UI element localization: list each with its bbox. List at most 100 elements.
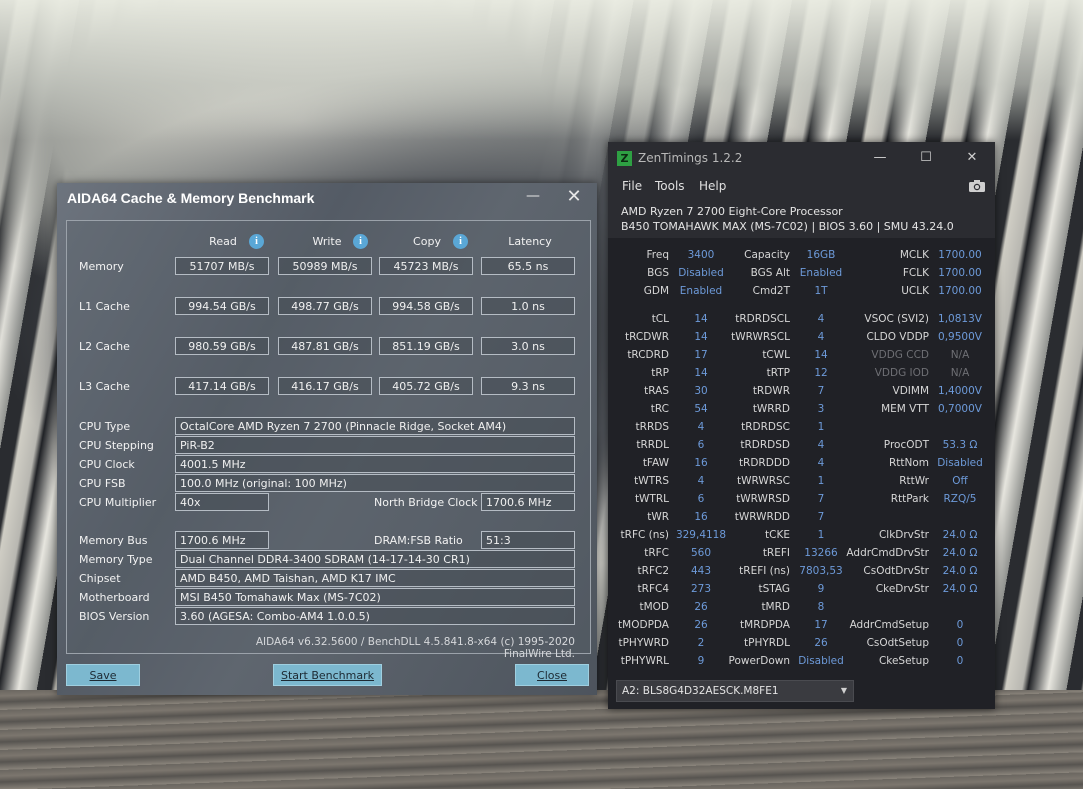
header-latency: Latency bbox=[508, 235, 552, 248]
north-bridge-label: North Bridge Clock bbox=[374, 496, 478, 509]
value-copy: 851.19 GB/s bbox=[379, 337, 473, 355]
desktop-wallpaper-top bbox=[0, 0, 1083, 140]
timing-label: Capacity bbox=[744, 249, 790, 261]
timing-value: 0 bbox=[956, 619, 964, 631]
copyright-footer: AIDA64 v6.32.5600 / BenchDLL 4.5.841.8-x… bbox=[255, 636, 575, 660]
timing-label: tCL bbox=[651, 313, 669, 325]
app-logo-icon: Z bbox=[617, 151, 632, 166]
window-title: ZenTimings 1.2.2 bbox=[638, 151, 743, 165]
timing-value: 24.0 Ω bbox=[942, 529, 978, 541]
timing-label: RttWr bbox=[899, 475, 929, 487]
timing-label: tPHYWRD bbox=[618, 637, 669, 649]
menu-file[interactable]: File bbox=[622, 179, 642, 193]
timing-label: tMOD bbox=[639, 601, 669, 613]
aida64-titlebar[interactable]: AIDA64 Cache & Memory Benchmark — ✕ bbox=[57, 183, 597, 215]
timing-label: tWRRD bbox=[752, 403, 790, 415]
timing-label: VSOC (SVI2) bbox=[864, 313, 929, 325]
timing-label: tRFC bbox=[644, 547, 669, 559]
timing-label: GDM bbox=[643, 285, 669, 297]
timing-value: 8 bbox=[817, 601, 825, 613]
row-label: L1 Cache bbox=[79, 300, 130, 313]
value-write: 498.77 GB/s bbox=[278, 297, 372, 315]
timing-label: UCLK bbox=[901, 285, 929, 297]
cpu-stepping-label: CPU Stepping bbox=[79, 439, 154, 452]
dram-fsb-ratio-label: DRAM:FSB Ratio bbox=[374, 534, 463, 547]
motherboard-label: Motherboard bbox=[79, 591, 150, 604]
timing-label: CkeSetup bbox=[878, 655, 929, 667]
start-benchmark-button[interactable]: Start Benchmark bbox=[273, 664, 382, 686]
timing-label: RttPark bbox=[890, 493, 929, 505]
timing-label: PowerDown bbox=[728, 655, 791, 667]
value-write: 50989 MB/s bbox=[278, 257, 372, 275]
timing-label: BGS bbox=[647, 267, 669, 279]
timing-label: tRCDWR bbox=[625, 331, 669, 343]
save-button[interactable]: Save bbox=[66, 664, 140, 686]
cpu-clock-label: CPU Clock bbox=[79, 458, 135, 471]
menu-help[interactable]: Help bbox=[699, 179, 726, 193]
timing-label: tRCDRD bbox=[627, 349, 669, 361]
timing-value: Off bbox=[952, 475, 968, 487]
timing-label: FCLK bbox=[902, 267, 929, 279]
close-button[interactable]: Close bbox=[515, 664, 589, 686]
minimize-icon[interactable]: — bbox=[521, 185, 545, 209]
info-icon[interactable]: i bbox=[249, 234, 264, 249]
timing-value: 24.0 Ω bbox=[942, 565, 978, 577]
row-label: L2 Cache bbox=[79, 340, 130, 353]
memory-type-label: Memory Type bbox=[79, 553, 153, 566]
value-copy: 405.72 GB/s bbox=[379, 377, 473, 395]
timing-label: tSTAG bbox=[758, 583, 790, 595]
timing-label: tRRDS bbox=[635, 421, 669, 433]
timing-label: MEM VTT bbox=[881, 403, 929, 415]
aida64-window: AIDA64 Cache & Memory Benchmark — ✕ Read… bbox=[57, 183, 597, 695]
info-icon[interactable]: i bbox=[353, 234, 368, 249]
timing-label: tRAS bbox=[644, 385, 669, 397]
timing-label: tWTRL bbox=[634, 493, 669, 505]
timing-value: 1700.00 bbox=[938, 249, 982, 261]
timing-label: tRDRDSD bbox=[740, 439, 790, 451]
chevron-down-icon: ▼ bbox=[840, 686, 847, 695]
timing-label: tWR bbox=[647, 511, 669, 523]
timing-label: VDDG CCD bbox=[871, 349, 929, 361]
cpu-type-label: CPU Type bbox=[79, 420, 131, 433]
maximize-icon[interactable]: ☐ bbox=[911, 148, 941, 168]
timing-label: tRDWR bbox=[752, 385, 790, 397]
close-icon[interactable]: ✕ bbox=[957, 148, 987, 168]
camera-icon[interactable] bbox=[968, 178, 986, 192]
value-read: 417.14 GB/s bbox=[175, 377, 269, 395]
value-copy: 994.58 GB/s bbox=[379, 297, 473, 315]
timing-label: tFAW bbox=[642, 457, 669, 469]
timing-label: tRDRDSC bbox=[741, 421, 790, 433]
memory-module-select[interactable]: A2: BLS8G4D32AESCK.M8FE1 ▼ bbox=[616, 680, 854, 702]
timing-label: tRRDL bbox=[636, 439, 669, 451]
timing-value: RZQ/5 bbox=[943, 493, 977, 505]
value-write: 487.81 GB/s bbox=[278, 337, 372, 355]
timing-label: CkeDrvStr bbox=[875, 583, 929, 595]
timing-label: tREFI (ns) bbox=[739, 565, 790, 577]
menu-tools[interactable]: Tools bbox=[655, 179, 685, 193]
timing-label: ClkDrvStr bbox=[878, 529, 929, 541]
value-read: 980.59 GB/s bbox=[175, 337, 269, 355]
info-icon[interactable]: i bbox=[453, 234, 468, 249]
timing-value: 24.0 Ω bbox=[942, 547, 978, 559]
timing-label: RttNom bbox=[888, 457, 929, 469]
chipset-value: AMD B450, AMD Taishan, AMD K17 IMC bbox=[175, 569, 575, 587]
timing-value: N/A bbox=[950, 349, 970, 361]
timing-label: CsOdtSetup bbox=[866, 637, 929, 649]
zentimings-titlebar[interactable]: Z ZenTimings 1.2.2 — ☐ ✕ bbox=[608, 142, 995, 174]
memory-type-value: Dual Channel DDR4-3400 SDRAM (14-17-14-3… bbox=[175, 550, 575, 568]
motherboard-value: MSI B450 Tomahawk Max (MS-7C02) bbox=[175, 588, 575, 606]
timing-label: tRDRDSCL bbox=[735, 313, 790, 325]
zentimings-window: Z ZenTimings 1.2.2 — ☐ ✕ File Tools Help… bbox=[608, 142, 995, 709]
timing-value: 1,4000V bbox=[938, 385, 982, 397]
timing-label: ProcODT bbox=[883, 439, 929, 451]
bios-version-label: BIOS Version bbox=[79, 610, 150, 623]
minimize-icon[interactable]: — bbox=[865, 148, 895, 168]
timing-label: AddrCmdDrvStr bbox=[846, 547, 929, 559]
value-copy: 45723 MB/s bbox=[379, 257, 473, 275]
timing-label: MCLK bbox=[899, 249, 929, 261]
close-icon[interactable]: ✕ bbox=[561, 185, 587, 211]
timing-label: tWRWRDD bbox=[734, 511, 790, 523]
timing-label: tRFC (ns) bbox=[620, 529, 669, 541]
timing-value: 24.0 Ω bbox=[942, 583, 978, 595]
timing-label: tWRWRSC bbox=[736, 475, 790, 487]
